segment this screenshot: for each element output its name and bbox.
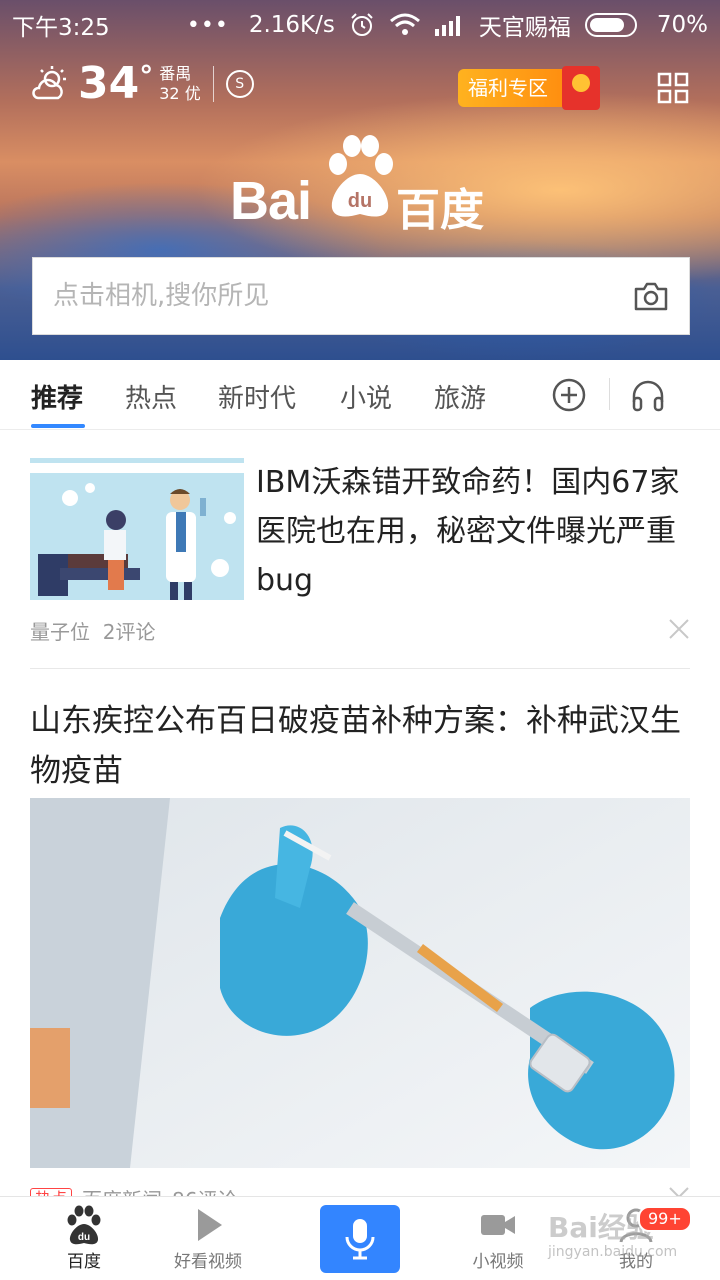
notification-dots-icon: ••• — [186, 12, 229, 38]
welfare-zone-label: 福利专区 — [458, 69, 562, 107]
tab-hot[interactable]: 热点 — [125, 378, 177, 415]
channel-tabs: 推荐 热点 新时代 小说 旅游 — [0, 360, 720, 430]
headphones-icon[interactable] — [630, 378, 666, 412]
news-title[interactable]: IBM沃森错开致命药！国内67家医院也在用，秘密文件曝光严重bug — [256, 458, 696, 605]
add-channel-icon[interactable] — [552, 378, 586, 412]
svg-text:du: du — [78, 1232, 90, 1243]
nav-item-short-video[interactable]: 小视频 — [438, 1205, 558, 1272]
welfare-zone-button[interactable]: 福利专区 — [458, 66, 604, 110]
tab-new-era[interactable]: 新时代 — [218, 378, 296, 415]
tab-travel[interactable]: 旅游 — [434, 378, 486, 415]
status-bar: 下午3:25 ••• 2.16K/s 天官赐福 70% — [0, 0, 720, 50]
dismiss-icon[interactable] — [668, 618, 690, 640]
carrier-name: 天官赐福 — [478, 15, 571, 41]
wifi-icon — [389, 13, 420, 35]
nav-label: 小视频 — [472, 1252, 524, 1272]
tab-divider — [609, 378, 610, 410]
baidu-paw-icon: du — [329, 135, 393, 217]
video-camera-icon — [481, 1215, 515, 1235]
news-image — [30, 798, 690, 1168]
active-tab-indicator — [31, 424, 85, 428]
nav-item-baidu[interactable]: du 百度 — [24, 1205, 144, 1272]
alarm-icon — [351, 13, 373, 36]
voice-search-button[interactable] — [320, 1205, 400, 1273]
weather-divider — [212, 66, 214, 102]
city-name: 番禺 — [159, 64, 192, 83]
camera-icon[interactable] — [633, 280, 669, 312]
search-input[interactable] — [53, 281, 633, 311]
feed-divider — [30, 668, 690, 669]
nav-label: 百度 — [67, 1252, 101, 1272]
nav-item-haokan-video[interactable]: 好看视频 — [148, 1205, 268, 1272]
paw-du-text: du — [348, 190, 372, 212]
red-envelope-icon — [562, 66, 600, 110]
apps-grid-icon[interactable] — [657, 72, 689, 104]
news-card[interactable]: IBM沃森错开致命药！国内67家医院也在用，秘密文件曝光严重bug 量子位 2评… — [30, 458, 690, 668]
status-time: 下午3:25 — [12, 15, 110, 41]
play-icon — [198, 1209, 222, 1241]
microphone-icon — [345, 1219, 375, 1260]
news-thumbnail — [30, 458, 244, 600]
baidu-paw-icon: du — [67, 1205, 101, 1245]
air-quality-icon[interactable]: S — [225, 70, 254, 98]
nav-label: 好看视频 — [174, 1252, 242, 1272]
battery-icon — [584, 13, 637, 37]
network-speed: 2.16K/s — [248, 12, 335, 38]
signal-icon — [434, 16, 460, 36]
baidu-logo: Bai du 百度 — [226, 132, 496, 236]
temperature: 34° — [78, 58, 154, 109]
tab-novel[interactable]: 小说 — [340, 378, 392, 415]
air-quality: 32 优 — [159, 84, 201, 103]
tab-recommend[interactable]: 推荐 — [31, 378, 83, 415]
search-box[interactable] — [32, 257, 690, 335]
partly-sunny-icon — [32, 66, 66, 100]
news-title[interactable]: 山东疾控公布百日破疫苗补种方案：补种武汉生物疫苗 — [30, 696, 690, 796]
notification-badge: 99+ — [638, 1206, 692, 1232]
news-comments: 2评论 — [102, 620, 156, 644]
news-meta: 量子位 2评论 — [30, 616, 155, 645]
battery-percent: 70% — [656, 12, 708, 38]
weather-widget[interactable]: 34° 番禺 32 优 S — [30, 62, 254, 106]
watermark-url: jingyan.baidu.com — [548, 1244, 678, 1260]
header-hero: 下午3:25 ••• 2.16K/s 天官赐福 70% 34° 番禺 32 优 … — [0, 0, 720, 360]
news-source: 量子位 — [30, 620, 90, 644]
